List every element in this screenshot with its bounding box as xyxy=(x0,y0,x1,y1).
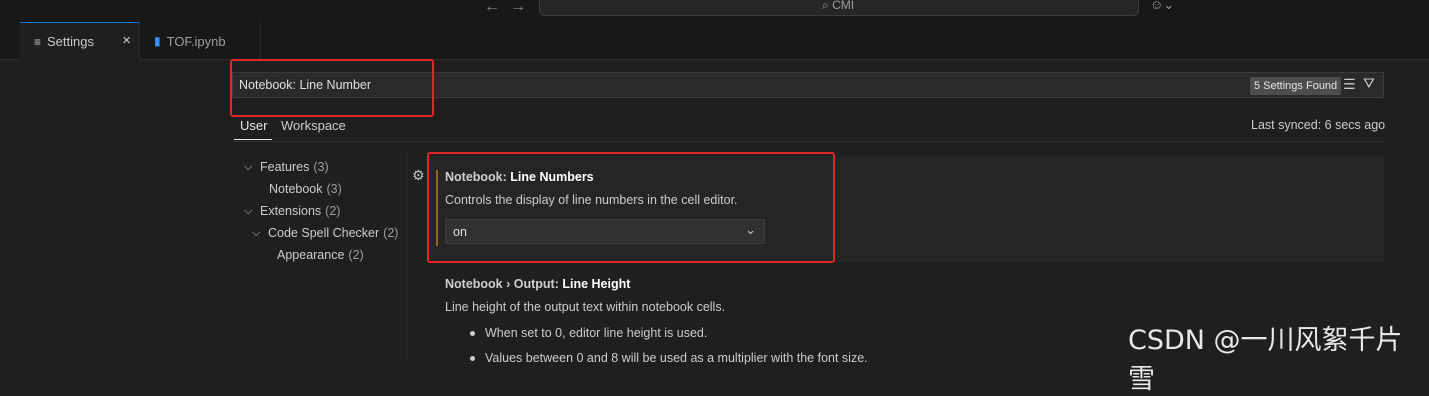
toc-count: (3) xyxy=(326,182,342,196)
tab-notebook[interactable]: ▮ TOF.ipynb xyxy=(140,22,261,60)
command-center[interactable]: ⌕ CMI xyxy=(539,0,1139,16)
toc-item-code-spell-checker[interactable]: ⌵ Code Spell Checker (2) xyxy=(252,223,398,243)
tab-workspace[interactable]: Workspace xyxy=(281,118,346,133)
toc-count: (2) xyxy=(383,226,399,240)
command-center-label: CMI xyxy=(832,0,855,12)
bullet-dot xyxy=(470,356,475,361)
setting-description: Line height of the output text within no… xyxy=(445,300,726,314)
toc-label: Features xyxy=(260,160,310,174)
watermark: CSDN @一川风絮千片雪 xyxy=(1128,325,1403,395)
tab-user[interactable]: User xyxy=(240,118,267,133)
notebook-file-icon: ▮ xyxy=(154,34,161,48)
search-icon: ⌕ xyxy=(822,0,829,12)
toc-item-features[interactable]: ⌵ Features (3) xyxy=(244,157,329,177)
toc-label: Extensions xyxy=(260,204,322,218)
toc-count: (2) xyxy=(325,204,341,218)
copilot-icon[interactable]: ☺⌄ xyxy=(1150,0,1174,13)
gear-icon[interactable]: ⚙ xyxy=(412,167,425,184)
toc-count: (2) xyxy=(348,248,364,262)
settings-found-badge: 5 Settings Found xyxy=(1250,77,1342,95)
active-tab-indicator xyxy=(234,139,272,140)
divider xyxy=(230,141,1384,142)
filter-icon[interactable]: ⛛ xyxy=(1363,75,1375,92)
toc-label: Appearance xyxy=(277,248,345,262)
chevron-down-icon: ⌵ xyxy=(252,226,261,239)
chevron-down-icon: ⌵ xyxy=(244,160,253,173)
tab-label: TOF.ipynb xyxy=(166,33,226,49)
clear-filter-icon[interactable]: ☰ xyxy=(1343,76,1356,93)
toc-count: (3) xyxy=(313,160,329,174)
bullet-dot xyxy=(470,331,475,336)
close-icon[interactable]: × xyxy=(122,32,131,49)
toc-item-extensions[interactable]: ⌵ Extensions (2) xyxy=(244,201,340,221)
tab-settings[interactable]: ≡ Settings × xyxy=(20,22,140,60)
divider xyxy=(406,150,407,363)
tab-bar: ≡ Settings × ▮ TOF.ipynb xyxy=(0,22,1429,60)
arrow-left-icon[interactable]: ← xyxy=(484,0,500,16)
highlight-box-setting xyxy=(427,152,835,263)
chevron-down-icon: ⌵ xyxy=(244,204,253,217)
arrow-right-icon[interactable]: → xyxy=(510,0,526,16)
toc-item-notebook[interactable]: Notebook (3) xyxy=(269,179,342,199)
settings-lines-icon: ≡ xyxy=(34,34,42,49)
tab-label: Settings xyxy=(47,34,94,49)
toc-label: Notebook xyxy=(269,182,323,196)
last-synced-status: Last synced: 6 secs ago xyxy=(1251,118,1386,132)
setting-title: Notebook › Output: Line Height xyxy=(445,277,631,291)
title-bar: ← → ⌕ CMI ☺⌄ xyxy=(0,0,1429,22)
toc-item-appearance[interactable]: Appearance (2) xyxy=(277,245,364,265)
highlight-box-search xyxy=(230,59,434,117)
list-item: When set to 0, editor line height is use… xyxy=(485,326,708,340)
toc-label: Code Spell Checker xyxy=(268,226,380,240)
